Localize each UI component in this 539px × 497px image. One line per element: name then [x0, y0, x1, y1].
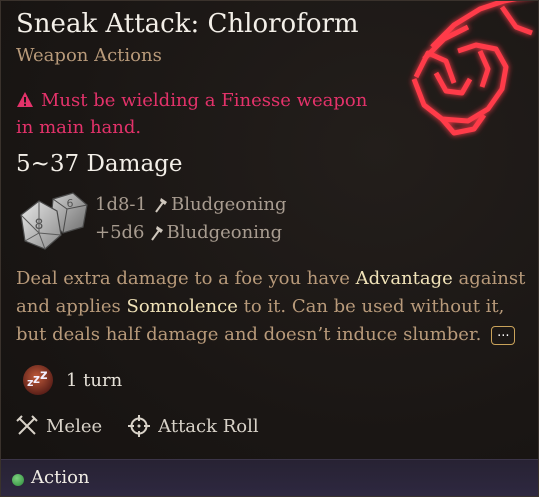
bludgeoning-icon	[155, 197, 167, 213]
keyword-somnolence[interactable]: Somnolence	[126, 296, 237, 317]
damage-type: Bludgeoning	[170, 194, 287, 215]
d6-face-label: 6	[67, 197, 74, 210]
duration-row: z z z 1 turn	[21, 364, 122, 396]
spell-title: Sneak Attack: Chloroform	[16, 9, 359, 39]
bludgeoning-icon	[150, 225, 163, 241]
spell-description: Deal extra damage to a foe you have Adva…	[16, 265, 526, 349]
dice-icon: 6 8	[20, 192, 88, 250]
description-text: Deal extra damage to a foe you have	[16, 268, 356, 289]
crosshair-icon	[128, 415, 151, 437]
duration-text: 1 turn	[66, 369, 123, 391]
spell-category: Weapon Actions	[16, 45, 162, 66]
keyword-advantage[interactable]: Advantage	[356, 268, 453, 289]
requirement-warning: Must be wielding a Finesse weapon in mai…	[16, 87, 376, 141]
more-info-button[interactable]: ...	[491, 325, 516, 345]
action-cost-label: Action	[31, 467, 90, 488]
damage-range: 5~37 Damage	[16, 151, 183, 177]
attack-roll-label: Attack Roll	[158, 415, 259, 437]
crossed-swords-icon	[16, 415, 38, 435]
hand-glow-icon	[411, 1, 533, 136]
d8-face-label: 8	[35, 217, 44, 233]
damage-row: +5d6 Bludgeoning	[95, 222, 282, 243]
action-cost-bar: Action	[1, 459, 538, 496]
action-resource-icon	[12, 474, 24, 486]
spell-properties: Melee Attack Roll	[16, 415, 259, 437]
damage-dice: +5d6	[95, 222, 145, 243]
spell-tooltip: Sneak Attack: Chloroform Weapon Actions …	[0, 0, 539, 497]
damage-dice: 1d8-1	[95, 194, 147, 215]
sleep-status-icon: z z z	[23, 365, 53, 395]
damage-type: Bludgeoning	[166, 222, 283, 243]
svg-text:z: z	[40, 368, 48, 383]
damage-row: 1d8-1 Bludgeoning	[95, 194, 287, 215]
melee-label: Melee	[46, 415, 103, 437]
requirement-text: Must be wielding a Finesse weapon in mai…	[16, 90, 368, 138]
svg-text:z: z	[33, 372, 40, 386]
warning-triangle-icon	[17, 92, 33, 107]
